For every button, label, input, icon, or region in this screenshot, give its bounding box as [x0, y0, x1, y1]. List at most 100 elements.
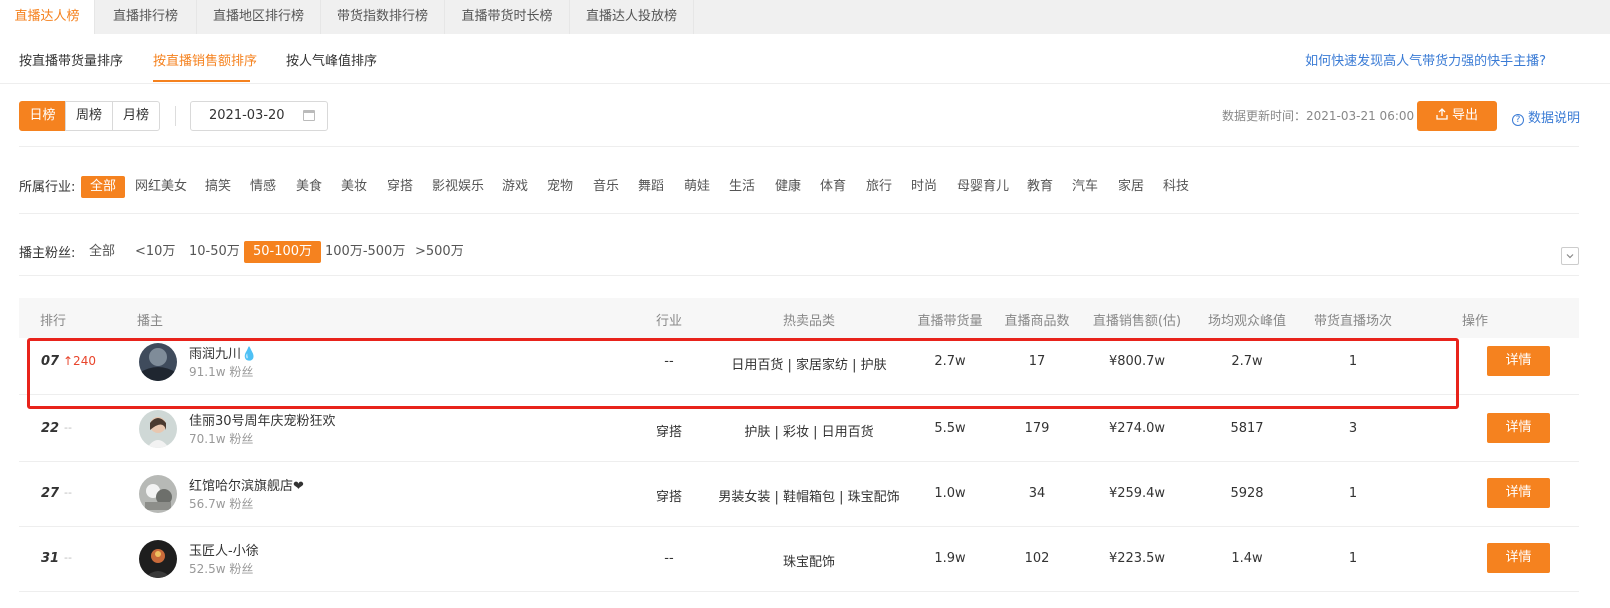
industry-option[interactable]: 时尚: [911, 176, 937, 198]
export-label: 导出: [1451, 108, 1478, 123]
tab-live-talent-rank[interactable]: 直播达人榜: [0, 0, 95, 34]
categories-cell: 日用百货 | 家居家纺 | 护肤: [731, 358, 887, 373]
sessions-cell: 1: [1348, 486, 1358, 501]
tab-live-talent-ad-rank[interactable]: 直播达人投放榜: [570, 0, 694, 34]
fans-count: 52.5w 粉丝: [189, 562, 254, 576]
date-value: 2021-03-20: [209, 108, 285, 123]
volume-cell: 5.5w: [934, 421, 966, 436]
industry-option[interactable]: 体育: [820, 176, 846, 198]
divider: [19, 275, 1579, 276]
detail-button[interactable]: 详情: [1487, 346, 1550, 376]
daily-rank-button[interactable]: 日榜: [19, 101, 66, 131]
volume-cell: 1.9w: [934, 551, 966, 566]
sort-by-sales-tab[interactable]: 按直播销售额排序: [153, 50, 257, 69]
sales-cell: ¥274.0w: [1108, 421, 1166, 436]
products-cell: 17: [1028, 354, 1046, 369]
collapse-filters-button[interactable]: [1561, 247, 1579, 265]
sessions-cell: 1: [1348, 354, 1358, 369]
column-header: 热卖品类: [782, 314, 836, 329]
volume-cell: 2.7w: [934, 354, 966, 369]
divider: [19, 213, 1579, 214]
date-picker[interactable]: 2021-03-20: [190, 101, 328, 131]
fans-option[interactable]: 全部: [89, 241, 115, 263]
rank-number: 22: [41, 421, 60, 436]
sort-by-popularity-tab[interactable]: 按人气峰值排序: [286, 50, 377, 69]
industry-option[interactable]: 母婴育儿: [957, 176, 1009, 198]
active-tab-underline: [153, 80, 250, 82]
anchor-name[interactable]: 佳丽30号周年庆宠粉狂欢: [189, 410, 336, 429]
top-tab-bar: 直播达人榜 直播排行榜 直播地区排行榜 带货指数排行榜 直播带货时长榜 直播达人…: [0, 0, 1610, 34]
industry-option[interactable]: 穿搭: [387, 176, 413, 198]
detail-button[interactable]: 详情: [1487, 413, 1550, 443]
column-header: 直播销售额(估): [1092, 314, 1182, 329]
fans-option[interactable]: >500万: [415, 241, 464, 263]
industry-option[interactable]: 舞蹈: [638, 176, 664, 198]
monthly-rank-button[interactable]: 月榜: [112, 101, 160, 131]
rank-trend-up: ↑240: [63, 354, 96, 368]
categories-cell: 护肤 | 彩妆 | 日用百货: [744, 425, 874, 440]
detail-button[interactable]: 详情: [1487, 543, 1550, 573]
help-link[interactable]: 如何快速发现高人气带货力强的快手主播?: [1305, 50, 1546, 69]
tab-live-rank[interactable]: 直播排行榜: [95, 0, 197, 34]
industry-option[interactable]: 萌娃: [684, 176, 710, 198]
industry-option[interactable]: 情感: [250, 176, 276, 198]
industry-option[interactable]: 生活: [729, 176, 755, 198]
volume-cell: 1.0w: [934, 486, 966, 501]
industry-option[interactable]: 教育: [1027, 176, 1053, 198]
tab-sales-index-rank[interactable]: 带货指数排行榜: [321, 0, 445, 34]
categories-cell: 男装女装 | 鞋帽箱包 | 珠宝配饰: [718, 490, 900, 505]
industry-option[interactable]: 健康: [775, 176, 801, 198]
industry-option[interactable]: 美食: [296, 176, 322, 198]
fans-option[interactable]: <10万: [135, 241, 175, 263]
tab-live-duration-rank[interactable]: 直播带货时长榜: [445, 0, 570, 34]
detail-button[interactable]: 详情: [1487, 478, 1550, 508]
avatar[interactable]: [139, 343, 177, 381]
avatar[interactable]: [139, 410, 177, 448]
industry-option[interactable]: 游戏: [502, 176, 528, 198]
products-cell: 179: [1024, 421, 1050, 436]
industry-option[interactable]: 网红美女: [135, 176, 187, 198]
industry-option[interactable]: 美妆: [341, 176, 367, 198]
industry-option[interactable]: 家居: [1118, 176, 1144, 198]
column-header: 直播商品数: [1004, 314, 1070, 329]
export-button[interactable]: 导出: [1417, 101, 1497, 131]
industry-option[interactable]: 宠物: [547, 176, 573, 198]
categories-cell: 珠宝配饰: [782, 555, 836, 570]
anchor-name[interactable]: 玉匠人-小徐: [189, 540, 259, 559]
industry-filter-label: 所属行业:: [19, 180, 76, 195]
industry-cell: --: [664, 354, 674, 369]
table-row: 07 ↑240 雨润九川💧 91.1w 粉丝 -- 日用百货 | 家居家纺 | …: [19, 328, 1579, 395]
tab-live-region-rank[interactable]: 直播地区排行榜: [197, 0, 321, 34]
rank-trend-none: --: [64, 486, 72, 499]
fans-option[interactable]: 100万-500万: [325, 241, 405, 263]
data-note-label: 数据说明: [1528, 111, 1581, 126]
weekly-rank-button[interactable]: 周榜: [65, 101, 113, 131]
fans-option[interactable]: 10-50万: [189, 241, 240, 263]
anchor-name[interactable]: 红馆哈尔滨旗舰店❤: [189, 475, 304, 494]
rank-number: 27: [41, 486, 60, 501]
fans-option[interactable]: 50-100万: [244, 241, 322, 263]
sort-by-volume-tab[interactable]: 按直播带货量排序: [19, 50, 123, 69]
industry-option[interactable]: 影视娱乐: [432, 176, 484, 198]
divider: [175, 106, 176, 126]
industry-cell: 穿搭: [655, 490, 683, 505]
industry-option[interactable]: 音乐: [593, 176, 619, 198]
divider: [19, 146, 1579, 147]
industry-option[interactable]: 科技: [1163, 176, 1189, 198]
column-header: 排行: [40, 314, 67, 329]
chevron-down-icon: [1566, 254, 1574, 259]
industry-cell: 穿搭: [655, 425, 683, 440]
industry-option[interactable]: 旅行: [866, 176, 892, 198]
avatar[interactable]: [139, 540, 177, 578]
industry-option[interactable]: 全部: [81, 176, 126, 198]
fans-count: 70.1w 粉丝: [189, 432, 254, 446]
industry-option[interactable]: 搞笑: [205, 176, 231, 198]
data-note-link[interactable]: ? 数据说明: [1512, 107, 1580, 126]
rank-trend-none: --: [64, 551, 72, 564]
industry-option[interactable]: 汽车: [1072, 176, 1098, 198]
anchor-name[interactable]: 雨润九川💧: [189, 343, 257, 362]
column-header: 播主: [137, 314, 164, 329]
sort-tabs: 按直播带货量排序 按直播销售额排序 按人气峰值排序 如何快速发现高人气带货力强的…: [0, 34, 1610, 84]
avatar[interactable]: [139, 475, 177, 513]
column-header: 场均观众峰值: [1207, 314, 1287, 329]
